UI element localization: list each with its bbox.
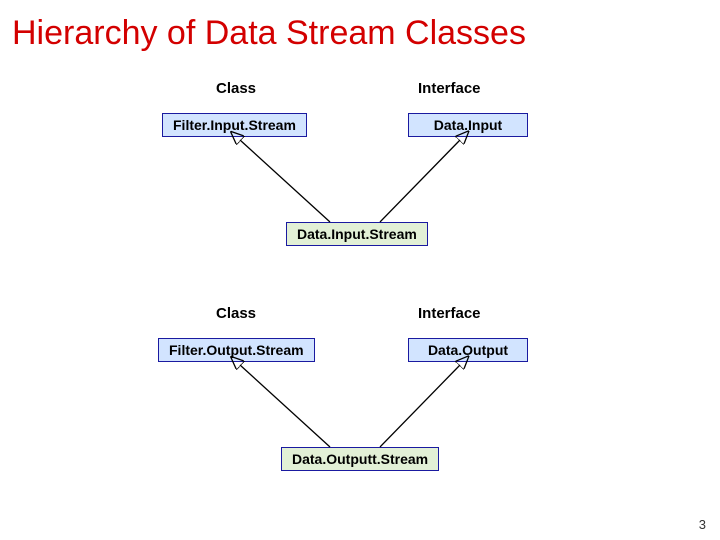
class-label-2: Class <box>216 305 256 322</box>
page-number: 3 <box>699 517 706 532</box>
page-title: Hierarchy of Data Stream Classes <box>0 0 720 63</box>
interface-label-2: Interface <box>418 305 481 322</box>
box-filter-output-stream: Filter.Output.Stream <box>158 338 315 362</box>
box-filter-input-stream: Filter.Input.Stream <box>162 113 307 137</box>
box-data-output-stream: Data.Outputt.Stream <box>281 447 439 471</box>
box-data-output: Data.Output <box>408 338 528 362</box>
interface-label-1: Interface <box>418 80 481 97</box>
box-data-input: Data.Input <box>408 113 528 137</box>
class-label-1: Class <box>216 80 256 97</box>
box-data-input-stream: Data.Input.Stream <box>286 222 428 246</box>
